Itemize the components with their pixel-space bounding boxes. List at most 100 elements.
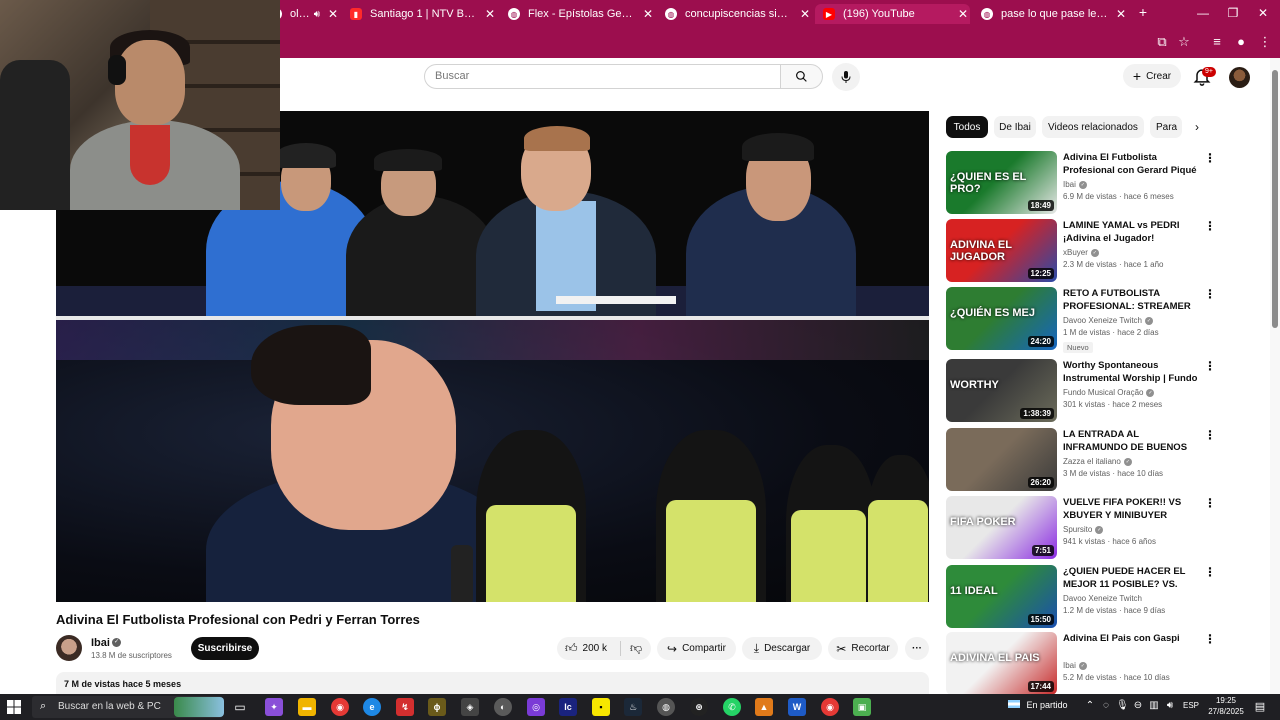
scrollbar-thumb[interactable] (1272, 70, 1278, 328)
recommendation-title[interactable]: VUELVE FIFA POKER!! VS XBUYER Y MINIBUYE… (1063, 496, 1203, 522)
maximize-window-icon[interactable]: ❐ (1223, 6, 1243, 20)
notifications-icon[interactable]: ▤ (1254, 700, 1266, 713)
recommendation-item[interactable]: ADIVINA EL PAIS 17:44 Adivina El Pais con … (946, 632, 1222, 696)
input-language[interactable]: ESP (1183, 701, 1199, 710)
browser-tab-3[interactable]: ◍ Flex - Epístolas Generales (Ago ✕ (500, 4, 655, 24)
more-options-icon[interactable]: ⋮ (1204, 428, 1216, 442)
recommendation-channel[interactable]: Spursito ✓ (1063, 525, 1104, 534)
recommendation-title[interactable]: ¿QUIEN PUEDE HACER EL MEJOR 11 POSIBLE? … (1063, 565, 1203, 591)
recommendation-channel[interactable]: Fundo Musical Oração ✓ (1063, 388, 1155, 397)
task-view-icon[interactable]: ▭ (231, 698, 249, 716)
recommendation-title[interactable]: LA ENTRADA AL INFRAMUNDO DE BUENOS AIRES… (1063, 428, 1203, 454)
more-options-icon[interactable]: ⋮ (1204, 565, 1216, 579)
profile-icon[interactable]: ● (1232, 34, 1250, 49)
more-options-icon[interactable]: ⋮ (1204, 287, 1216, 301)
install-app-icon[interactable]: ⧉ (1153, 34, 1171, 50)
recommendation-title[interactable]: Adivina El Pais con Gaspi (1063, 632, 1203, 645)
media-control-icon[interactable]: ≡ (1208, 34, 1226, 49)
chip-de-ibai[interactable]: De Ibai (994, 116, 1036, 138)
recommendation-channel[interactable]: xBuyer ✓ (1063, 248, 1099, 257)
recommendation-item[interactable]: ¿QUIEN ES EL PRO? 18:49 Adivina El Futboli… (946, 151, 1222, 215)
recommendation-item[interactable]: FIFA POKER 7:51 VUELVE FIFA POKER!! VS XBU… (946, 496, 1222, 560)
recommendation-item[interactable]: 11 IDEAL 15:50 ¿QUIEN PUEDE HACER EL MEJOR… (946, 565, 1222, 629)
recommendation-item[interactable]: 26:20 LA ENTRADA AL INFRAMUNDO DE BUENOS … (946, 428, 1222, 492)
browser-menu-icon[interactable]: ⋮ (1256, 34, 1274, 50)
video-thumbnail[interactable]: ¿QUIÉN ES MEJ 24:20 (946, 287, 1057, 350)
clip-button[interactable]: ✂ Recortar (828, 637, 898, 660)
sticky-notes-icon[interactable]: ▪ (592, 698, 610, 716)
recommendation-channel[interactable]: Ibai ✓ (1063, 661, 1087, 670)
recommendation-channel[interactable]: Zazza el italiano ✓ (1063, 457, 1132, 466)
dislike-icon[interactable]: 👎︎ (630, 641, 642, 656)
subscribe-button[interactable]: Suscribirse (191, 637, 259, 660)
more-options-icon[interactable]: ⋮ (1204, 496, 1216, 510)
channel-avatar[interactable] (56, 635, 82, 661)
new-tab-button[interactable]: + (1133, 4, 1153, 20)
taskbar-weather[interactable]: En partido (1008, 700, 1068, 710)
close-window-icon[interactable]: ✕ (1253, 6, 1273, 20)
close-tab-icon[interactable]: ✕ (956, 7, 970, 21)
close-tab-icon[interactable]: ✕ (326, 7, 340, 21)
chip-todos[interactable]: Todos (946, 116, 988, 138)
app-tray-icon[interactable]: ⊖ (1132, 700, 1144, 711)
recommendation-item[interactable]: ¿QUIÉN ES MEJ 24:20 RETO A FUTBOLISTA PROF… (946, 287, 1222, 353)
video-thumbnail[interactable]: ¿QUIEN ES EL PRO? 18:49 (946, 151, 1057, 214)
app-icon[interactable]: ▲ (755, 698, 773, 716)
chrome-icon[interactable]: ◉ (821, 698, 839, 716)
browser-tab-2[interactable]: ▮ Santiago 1 | NTV Biblia | YouVe ✕ (342, 4, 497, 24)
description-box[interactable]: 7 M de vistas hace 5 meses (56, 672, 929, 694)
copilot-icon[interactable]: ✦ (265, 698, 283, 716)
app-icon[interactable]: ◍ (657, 698, 675, 716)
recommendation-channel[interactable]: Davoo Xeneize Twitch (1063, 594, 1142, 603)
recommendation-title[interactable]: Adivina El Futbolista Profesional con Ge… (1063, 151, 1203, 177)
volume-icon[interactable]: 🔊︎ (1164, 700, 1176, 711)
recommendation-title[interactable]: RETO A FUTBOLISTA PROFESIONAL: STREAMER … (1063, 287, 1203, 313)
more-options-icon[interactable]: ⋮ (1204, 219, 1216, 233)
app-icon[interactable]: lc (559, 698, 577, 716)
browser-tab-youtube[interactable]: ▶ (196) YouTube ✕ (815, 4, 970, 24)
close-tab-icon[interactable]: ✕ (641, 7, 655, 21)
voice-search-button[interactable] (832, 63, 860, 91)
file-explorer-icon[interactable]: ▬ (298, 698, 316, 716)
browser-tab-6[interactable]: ◍ pase lo que pase letra samu ro ✕ (973, 4, 1128, 24)
obs-icon[interactable]: ◎ (527, 698, 545, 716)
recommendation-item[interactable]: ADIVINA EL JUGADOR 12:25 LAMINE YAMAL vs P… (946, 219, 1222, 283)
like-count[interactable]: 200 k (583, 643, 607, 654)
search-input[interactable]: Buscar (424, 64, 781, 89)
recommendation-title[interactable]: LAMINE YAMAL vs PEDRI ¡Adivina el Jugado… (1063, 219, 1203, 245)
chip-para-ti[interactable]: Para (1150, 116, 1182, 138)
app-tray-icon[interactable]: ◌ (1100, 700, 1112, 711)
video-thumbnail[interactable]: FIFA POKER 7:51 (946, 496, 1057, 559)
close-tab-icon[interactable]: ✕ (483, 7, 497, 21)
more-options-icon[interactable]: ⋮ (1204, 359, 1216, 373)
whatsapp-icon[interactable]: ✆ (723, 698, 741, 716)
app-icon[interactable]: ◐ (494, 698, 512, 716)
chrome-icon[interactable]: ◉ (331, 698, 349, 716)
word-icon[interactable]: W (788, 698, 806, 716)
app-icon[interactable]: ▣ (853, 698, 871, 716)
more-options-icon[interactable]: ⋮ (1204, 632, 1216, 646)
create-button[interactable]: + Crear (1123, 64, 1181, 88)
video-thumbnail[interactable]: ADIVINA EL PAIS 17:44 (946, 632, 1057, 695)
chevron-right-icon[interactable]: › (1188, 118, 1206, 136)
video-thumbnail[interactable]: 11 IDEAL 15:50 (946, 565, 1057, 628)
windows-start-icon[interactable] (6, 699, 22, 715)
recommendation-item[interactable]: WORTHY 1:38:39 Worthy Spontaneous Instrume… (946, 359, 1222, 423)
like-icon[interactable]: 👍︎ (565, 641, 578, 656)
chip-videos-relacionados[interactable]: Videos relacionados (1042, 116, 1144, 138)
video-thumbnail[interactable]: ADIVINA EL JUGADOR 12:25 (946, 219, 1057, 282)
steam-icon[interactable]: ♨ (624, 698, 642, 716)
account-avatar[interactable] (1229, 67, 1250, 88)
video-thumbnail[interactable]: 26:20 (946, 428, 1057, 491)
video-thumbnail[interactable]: WORTHY 1:38:39 (946, 359, 1057, 422)
close-tab-icon[interactable]: ✕ (1114, 7, 1128, 21)
recommendation-channel[interactable]: Davoo Xeneize Twitch ✓ (1063, 316, 1154, 325)
bookmark-star-icon[interactable]: ☆ (1175, 34, 1193, 50)
share-button[interactable]: ↪ Compartir (657, 637, 736, 660)
app-icon[interactable]: ɸ (428, 698, 446, 716)
app-icon[interactable]: ◈ (461, 698, 479, 716)
more-actions-button[interactable]: ··· (905, 637, 929, 660)
taskbar-clock[interactable]: 19:25 27/8/2025 (1204, 695, 1248, 717)
chevron-up-icon[interactable]: ⌃ (1084, 700, 1096, 711)
network-icon[interactable]: ▥ (1148, 700, 1160, 711)
